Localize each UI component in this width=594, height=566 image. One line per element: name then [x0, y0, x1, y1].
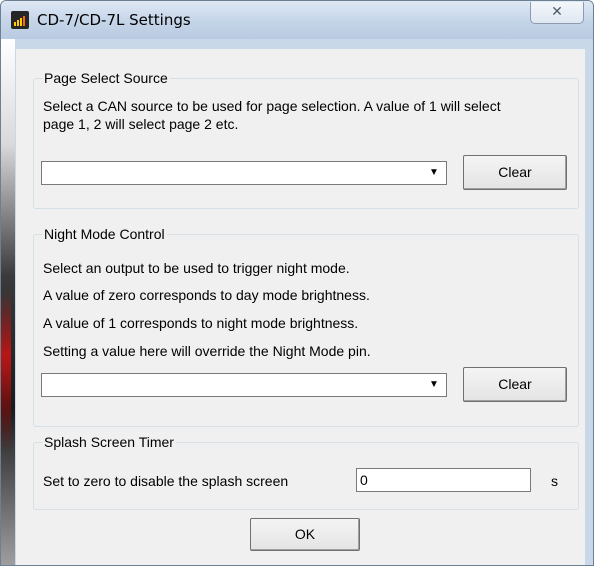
splash-timer-group: Splash Screen Timer Set to zero to disab… — [33, 434, 579, 510]
close-icon: ✕ — [551, 4, 563, 20]
page-select-desc-line2: page 1, 2 will select page 2 etc. — [43, 116, 239, 132]
app-icon — [11, 11, 29, 29]
page-select-title: Page Select Source — [42, 70, 170, 86]
settings-window: CD-7/CD-7L Settings ✕ Page Select Source… — [0, 0, 594, 566]
night-mode-dropdown[interactable]: ▼ — [41, 373, 447, 397]
dialog-client-area: Page Select Source Select a CAN source t… — [16, 49, 585, 565]
night-mode-line-2: A value of zero corresponds to day mode … — [43, 287, 370, 303]
background-glow — [1, 291, 11, 451]
close-button[interactable]: ✕ — [530, 2, 584, 24]
window-title: CD-7/CD-7L Settings — [37, 11, 191, 29]
night-mode-group: Night Mode Control Select an output to b… — [33, 226, 579, 427]
splash-timer-title: Splash Screen Timer — [42, 434, 176, 450]
night-mode-line-3: A value of 1 corresponds to night mode b… — [43, 315, 359, 331]
page-select-group: Page Select Source Select a CAN source t… — [33, 70, 579, 209]
title-bar[interactable]: CD-7/CD-7L Settings ✕ — [1, 1, 593, 39]
chevron-down-icon[interactable]: ▼ — [423, 375, 445, 395]
night-mode-clear-button[interactable]: Clear — [463, 367, 567, 402]
chevron-down-icon[interactable]: ▼ — [423, 163, 445, 183]
splash-timer-input[interactable]: 0 — [356, 468, 531, 492]
ok-button[interactable]: OK — [250, 518, 360, 551]
splash-timer-label: Set to zero to disable the splash screen — [43, 473, 289, 489]
page-select-dropdown[interactable]: ▼ — [41, 161, 447, 185]
splash-timer-unit: s — [551, 473, 558, 489]
night-mode-line-4: Setting a value here will override the N… — [43, 343, 371, 359]
night-mode-title: Night Mode Control — [42, 226, 167, 242]
page-select-desc-line1: Select a CAN source to be used for page … — [43, 98, 501, 114]
page-select-clear-button[interactable]: Clear — [463, 155, 567, 190]
night-mode-line-1: Select an output to be used to trigger n… — [43, 260, 350, 276]
